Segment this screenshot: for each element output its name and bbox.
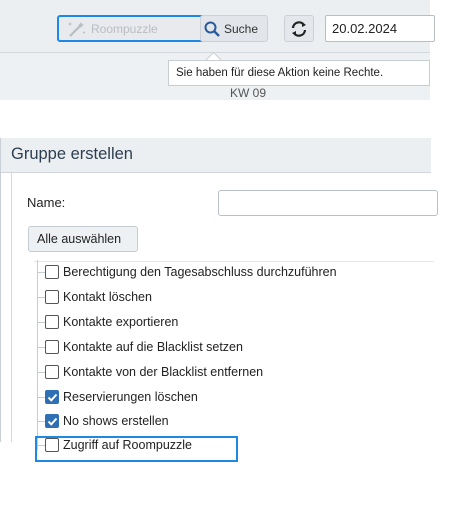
permission-label: Reservierungen löschen bbox=[63, 390, 198, 404]
checkbox[interactable] bbox=[45, 365, 59, 379]
permission-item[interactable]: Reservierungen löschen bbox=[37, 387, 198, 407]
dialog-header: Gruppe erstellen bbox=[1, 138, 431, 173]
checkmark-icon bbox=[47, 417, 57, 426]
tree-connector bbox=[37, 321, 45, 323]
permission-label: Kontakte von der Blacklist entfernen bbox=[63, 365, 264, 379]
checkmark-icon bbox=[47, 393, 57, 402]
name-input[interactable] bbox=[218, 190, 438, 216]
tree-connector bbox=[37, 420, 45, 422]
roompuzzle-button[interactable]: Roompuzzle bbox=[57, 15, 206, 42]
permission-item[interactable]: No shows erstellen bbox=[37, 411, 169, 431]
checkbox[interactable] bbox=[45, 315, 59, 329]
dialog-title: Gruppe erstellen bbox=[11, 145, 133, 163]
checkbox-checked[interactable] bbox=[45, 390, 59, 404]
toolbar: Roompuzzle Suche 20.02.2024 bbox=[0, 0, 435, 52]
week-label: KW 09 bbox=[230, 86, 267, 99]
refresh-button[interactable] bbox=[284, 15, 314, 42]
permission-item[interactable]: Berechtigung den Tagesabschluss durchzuf… bbox=[37, 262, 337, 282]
tree-connector bbox=[37, 371, 45, 373]
tree-connector bbox=[37, 271, 45, 273]
checkbox[interactable] bbox=[45, 265, 59, 279]
roompuzzle-permission-highlight bbox=[35, 436, 238, 462]
tree-connector bbox=[37, 296, 45, 298]
permission-tooltip: Sie haben für diese Aktion keine Rechte. bbox=[168, 60, 430, 86]
permission-label: Kontakte auf die Blacklist setzen bbox=[63, 340, 243, 354]
permission-item[interactable]: Kontakt löschen bbox=[37, 287, 152, 307]
create-group-dialog: Gruppe erstellen Name: Alle auswählen Be… bbox=[0, 138, 438, 452]
permission-label: Kontakt löschen bbox=[63, 290, 152, 304]
magic-wand-icon bbox=[68, 21, 86, 37]
select-all-button[interactable]: Alle auswählen bbox=[28, 226, 138, 252]
search-icon bbox=[204, 21, 220, 37]
permission-item[interactable]: Kontakte von der Blacklist entfernen bbox=[37, 362, 263, 382]
permission-item[interactable]: Kontakte auf die Blacklist setzen bbox=[37, 337, 243, 357]
name-label: Name: bbox=[27, 195, 66, 210]
checkbox[interactable] bbox=[45, 290, 59, 304]
toolbar-panel: Roompuzzle Suche 20.02.2024 Sie haben fü… bbox=[0, 0, 435, 100]
tree-connector bbox=[37, 396, 45, 398]
tree-connector bbox=[37, 346, 45, 348]
checkbox[interactable] bbox=[45, 340, 59, 354]
roompuzzle-label: Roompuzzle bbox=[91, 21, 158, 36]
checkbox-checked[interactable] bbox=[45, 414, 59, 428]
search-button-label: Suche bbox=[224, 21, 259, 36]
date-field[interactable]: 20.02.2024 bbox=[325, 15, 435, 42]
permission-label: Berechtigung den Tagesabschluss durchzuf… bbox=[63, 265, 337, 279]
search-button[interactable]: Suche bbox=[200, 15, 268, 42]
permission-label: Kontakte exportieren bbox=[63, 315, 179, 329]
permission-label: No shows erstellen bbox=[63, 414, 169, 428]
refresh-icon bbox=[291, 20, 307, 37]
permission-item[interactable]: Kontakte exportieren bbox=[37, 312, 178, 332]
dialog-body: Name: Alle auswählen Berechtigung den Ta… bbox=[11, 172, 438, 452]
